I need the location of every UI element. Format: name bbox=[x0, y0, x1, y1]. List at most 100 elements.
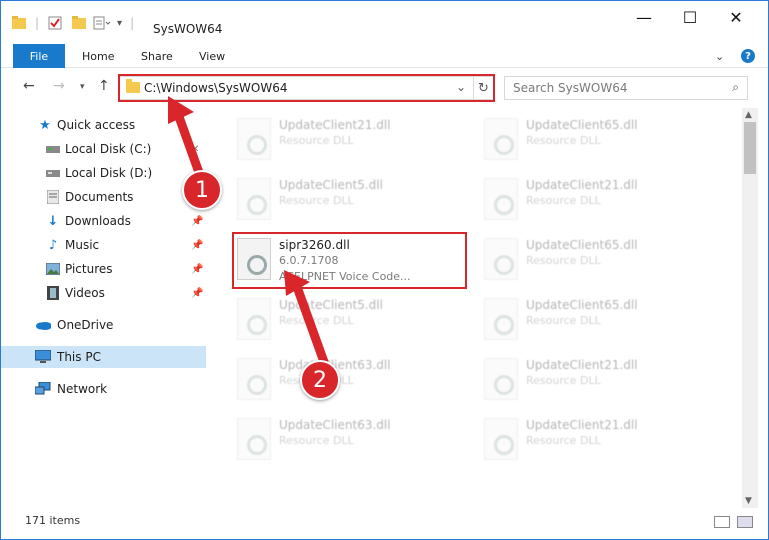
expand-ribbon-icon[interactable]: ⌄ bbox=[715, 50, 724, 63]
sidebar-item-pictures[interactable]: Pictures 📌 bbox=[1, 258, 206, 280]
file-item[interactable]: UpdateClient63.dll Resource DLL bbox=[231, 352, 467, 408]
file-type: Resource DLL bbox=[526, 434, 601, 447]
back-arrow-icon[interactable]: ← bbox=[23, 78, 35, 94]
sidebar-item-this-pc[interactable]: This PC bbox=[1, 346, 206, 368]
new-folder-icon[interactable] bbox=[71, 15, 87, 31]
file-type: Resource DLL bbox=[279, 194, 354, 207]
file-name: UpdateClient21.dll bbox=[526, 358, 638, 372]
tab-home[interactable]: Home bbox=[82, 44, 114, 68]
star-icon: ★ bbox=[39, 117, 51, 133]
step-badge-2: 2 bbox=[300, 360, 340, 400]
scroll-up-icon[interactable]: ▲ bbox=[745, 110, 752, 120]
sidebar-item-label: OneDrive bbox=[57, 318, 114, 332]
pictures-icon bbox=[45, 261, 61, 277]
sidebar-item-label: Videos bbox=[65, 286, 105, 300]
item-count: 171 items bbox=[25, 514, 81, 527]
documents-icon bbox=[45, 189, 61, 205]
file-name: UpdateClient65.dll bbox=[526, 118, 638, 132]
drive-icon bbox=[45, 165, 61, 181]
sidebar-item-label: Local Disk (D:) bbox=[65, 166, 153, 180]
close-button[interactable]: ✕ bbox=[713, 2, 759, 32]
sidebar-item-music[interactable]: ♪ Music 📌 bbox=[1, 234, 206, 256]
step-badge-1: 1 bbox=[182, 170, 222, 210]
tab-share[interactable]: Share bbox=[141, 44, 173, 68]
maximize-button[interactable]: ☐ bbox=[667, 2, 713, 32]
sidebar-item-label: This PC bbox=[57, 350, 101, 364]
file-type: Resource DLL bbox=[279, 134, 354, 147]
dll-file-icon bbox=[237, 298, 271, 340]
search-input[interactable]: Search SysWOW64 ⌕ bbox=[504, 76, 748, 100]
dll-file-icon bbox=[237, 358, 271, 400]
sidebar-item-onedrive[interactable]: OneDrive bbox=[1, 314, 206, 336]
sidebar-item-videos[interactable]: Videos 📌 bbox=[1, 282, 206, 304]
dll-file-icon bbox=[484, 358, 518, 400]
file-name: UpdateClient65.dll bbox=[526, 238, 638, 252]
help-icon[interactable]: ? bbox=[741, 49, 755, 63]
file-item[interactable]: UpdateClient5.dll Resource DLL bbox=[231, 172, 467, 228]
search-icon[interactable]: ⌕ bbox=[732, 80, 739, 95]
file-item[interactable]: UpdateClient65.dll Resource DLL bbox=[478, 232, 714, 288]
file-name: UpdateClient63.dll bbox=[279, 418, 391, 432]
sidebar-item-label: Local Disk (C:) bbox=[65, 142, 152, 156]
file-item[interactable]: UpdateClient65.dll Resource DLL bbox=[478, 112, 714, 168]
dll-file-icon bbox=[484, 418, 518, 460]
view-options-icon[interactable] bbox=[93, 15, 111, 31]
separator: | bbox=[35, 16, 40, 30]
status-bar: 171 items bbox=[1, 510, 768, 538]
file-item[interactable]: UpdateClient21.dll Resource DLL bbox=[478, 172, 714, 228]
properties-icon[interactable] bbox=[47, 15, 63, 31]
up-arrow-icon[interactable]: ↑ bbox=[98, 78, 110, 94]
file-type: Resource DLL bbox=[526, 134, 601, 147]
file-name: UpdateClient21.dll bbox=[526, 418, 638, 432]
sidebar-item-label: Music bbox=[65, 238, 100, 252]
vertical-scrollbar[interactable]: ▲ ▼ bbox=[742, 108, 758, 508]
dll-file-icon bbox=[484, 178, 518, 220]
annotation-arrow-2 bbox=[284, 270, 329, 367]
drive-icon bbox=[45, 141, 61, 157]
navigation-bar: ← → ▾ ↑ C:\Windows\SysWOW64 ⌄ ↻ Search S… bbox=[1, 70, 768, 106]
details-view-icon[interactable] bbox=[714, 516, 730, 528]
file-type: Resource DLL bbox=[279, 434, 354, 447]
scroll-down-icon[interactable]: ▼ bbox=[745, 496, 752, 506]
file-item[interactable]: UpdateClient21.dll Resource DLL bbox=[231, 112, 467, 168]
dll-file-icon bbox=[484, 118, 518, 160]
forward-arrow-icon[interactable]: → bbox=[53, 78, 65, 94]
file-type: Resource DLL bbox=[526, 254, 601, 267]
music-icon: ♪ bbox=[48, 237, 58, 253]
sidebar-item-downloads[interactable]: ↓ Downloads 📌 bbox=[1, 210, 206, 232]
file-type: Resource DLL bbox=[526, 374, 601, 387]
file-item[interactable]: UpdateClient65.dll Resource DLL bbox=[478, 292, 714, 348]
file-item[interactable]: UpdateClient21.dll Resource DLL bbox=[478, 412, 714, 468]
dll-file-icon bbox=[484, 238, 518, 280]
dll-file-icon bbox=[237, 178, 271, 220]
pc-icon bbox=[35, 349, 51, 365]
sidebar-item-label: Documents bbox=[65, 190, 134, 204]
file-name: UpdateClient21.dll bbox=[526, 178, 638, 192]
pin-icon: 📌 bbox=[191, 239, 204, 251]
file-item[interactable]: UpdateClient5.dll Resource DLL bbox=[231, 292, 467, 348]
scrollbar-thumb[interactable] bbox=[744, 122, 756, 174]
dll-file-icon bbox=[484, 298, 518, 340]
separator: | bbox=[130, 16, 135, 30]
file-name: UpdateClient65.dll bbox=[526, 298, 638, 312]
file-name: UpdateClient21.dll bbox=[279, 118, 391, 132]
folder-icon bbox=[12, 16, 26, 29]
tab-file[interactable]: File bbox=[13, 44, 65, 68]
minimize-button[interactable]: — bbox=[621, 2, 667, 32]
sidebar-item-network[interactable]: Network bbox=[1, 378, 206, 400]
file-name: UpdateClient5.dll bbox=[279, 178, 383, 192]
file-type: Resource DLL bbox=[526, 194, 601, 207]
sidebar-item-label: Quick access bbox=[57, 118, 136, 132]
pin-icon: 📌 bbox=[191, 263, 204, 275]
customize-toolbar-icon[interactable]: ▾ bbox=[117, 18, 122, 29]
quick-access-toolbar: | ▾ | bbox=[11, 13, 134, 33]
videos-icon bbox=[45, 285, 61, 301]
file-type: Resource DLL bbox=[526, 314, 601, 327]
file-item[interactable]: UpdateClient21.dll Resource DLL bbox=[478, 352, 714, 408]
tab-view[interactable]: View bbox=[199, 44, 225, 68]
sidebar-item-label: Downloads bbox=[65, 214, 131, 228]
file-item[interactable]: UpdateClient63.dll Resource DLL bbox=[231, 412, 467, 468]
recent-locations-icon[interactable]: ▾ bbox=[80, 82, 85, 92]
large-icons-view-icon[interactable] bbox=[737, 516, 753, 528]
dll-file-icon bbox=[237, 118, 271, 160]
